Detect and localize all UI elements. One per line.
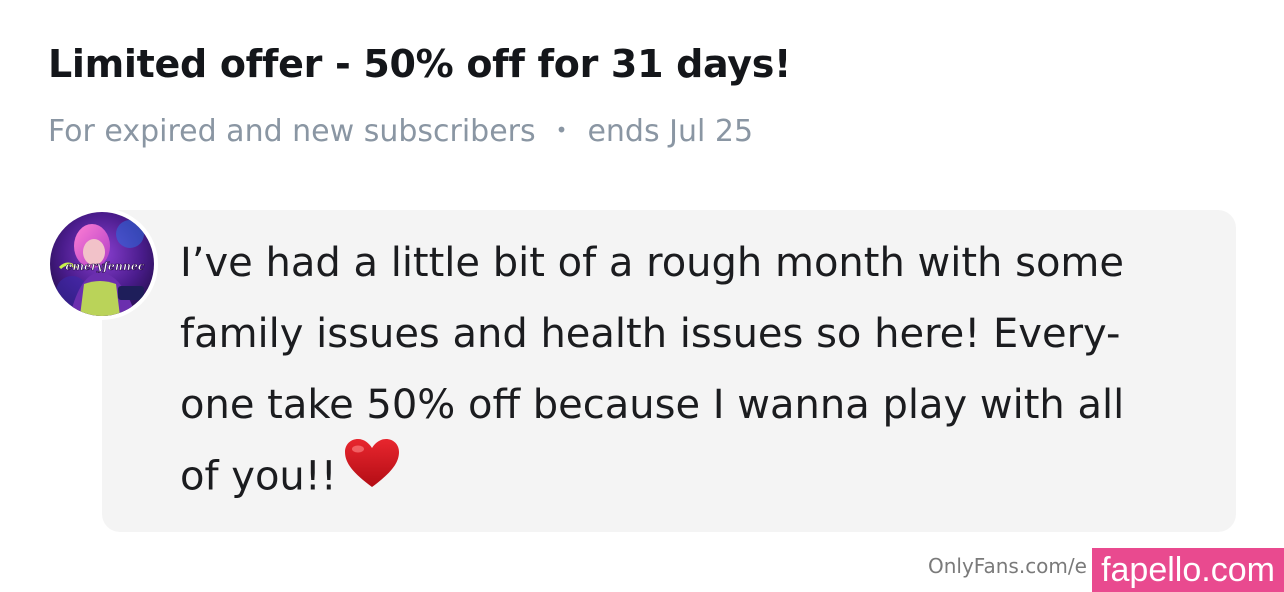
message-line-last: of you!! (180, 439, 1180, 516)
message-line-text: of you!! (180, 453, 337, 500)
avatar[interactable]: emeryfennec (46, 208, 158, 320)
footer-site-link[interactable]: OnlyFans.com/e (928, 554, 1087, 578)
message-text: I’ve had a little bit of a rough month w… (180, 228, 1180, 516)
heart-icon (343, 437, 401, 512)
avatar-logo-text: emeryfennec (65, 260, 145, 273)
offer-audience: For expired and new subscribers (48, 114, 536, 149)
message-line: family issues and health issues so here!… (180, 311, 1121, 357)
watermark-badge: fapello.com (1092, 548, 1284, 592)
meta-separator: • (555, 118, 568, 142)
offer-meta: For expired and new subscribers • ends Jul… (48, 114, 753, 149)
offer-title: Limited offer - 50% off for 31 days! (48, 42, 792, 86)
message-line: one take 50% off because I wanna play wi… (180, 382, 1125, 428)
avatar-picture: emeryfennec (50, 212, 154, 316)
message-line: I’ve had a little bit of a rough month w… (180, 240, 1124, 286)
offer-end-date: ends Jul 25 (587, 114, 754, 149)
avatar-image: emeryfennec (50, 212, 154, 316)
offer-card: Limited offer - 50% off for 31 days! For… (0, 0, 1284, 592)
